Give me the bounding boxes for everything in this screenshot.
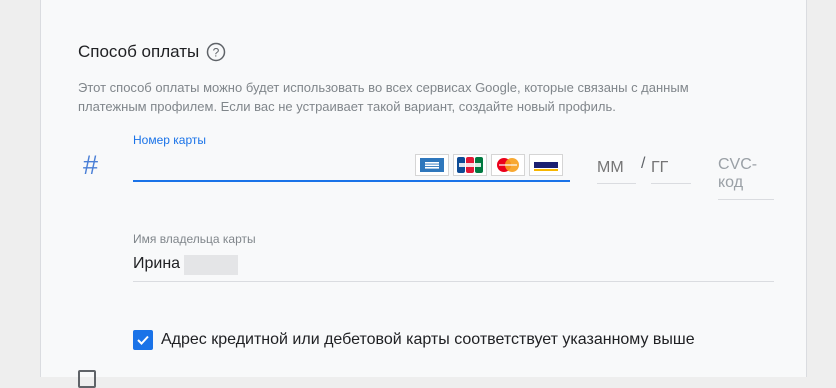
- partial-checkbox[interactable]: [78, 370, 96, 388]
- cardholder-name-input[interactable]: Ирина: [133, 252, 774, 282]
- amex-logo-icon: [415, 154, 449, 176]
- help-icon[interactable]: ?: [206, 42, 226, 62]
- cvc-input[interactable]: CVC-код: [718, 156, 774, 200]
- section-title-text: Способ оплаты: [78, 42, 200, 61]
- checkmark-icon: [137, 335, 149, 345]
- payment-panel: Способ оплаты ? Этот способ оплаты можно…: [40, 0, 807, 388]
- mastercard-logo-icon: [491, 154, 525, 176]
- redacted-surname: [184, 255, 239, 275]
- section-description: Этот способ оплаты можно будет использов…: [78, 80, 689, 114]
- address-match-row[interactable]: Адрес кредитной или дебетовой карты соот…: [133, 330, 695, 350]
- address-match-checkbox[interactable]: [133, 330, 153, 350]
- address-match-label: Адрес кредитной или дебетовой карты соот…: [161, 331, 695, 348]
- card-number-label: Номер карты: [133, 133, 206, 147]
- svg-text:?: ?: [213, 46, 220, 60]
- visa-logo-icon: [529, 154, 563, 176]
- cardholder-name-value: Ирина: [133, 255, 181, 272]
- expiry-year-input[interactable]: [651, 152, 691, 184]
- card-brand-logos: [415, 154, 563, 176]
- expiry-separator: /: [641, 155, 646, 172]
- jcb-logo-icon: [453, 154, 487, 176]
- cardholder-name-label: Имя владельца карты: [133, 232, 256, 246]
- expiry-month-input[interactable]: [597, 152, 636, 184]
- hash-icon: #: [83, 150, 99, 180]
- section-title: Способ оплаты ?: [78, 42, 226, 62]
